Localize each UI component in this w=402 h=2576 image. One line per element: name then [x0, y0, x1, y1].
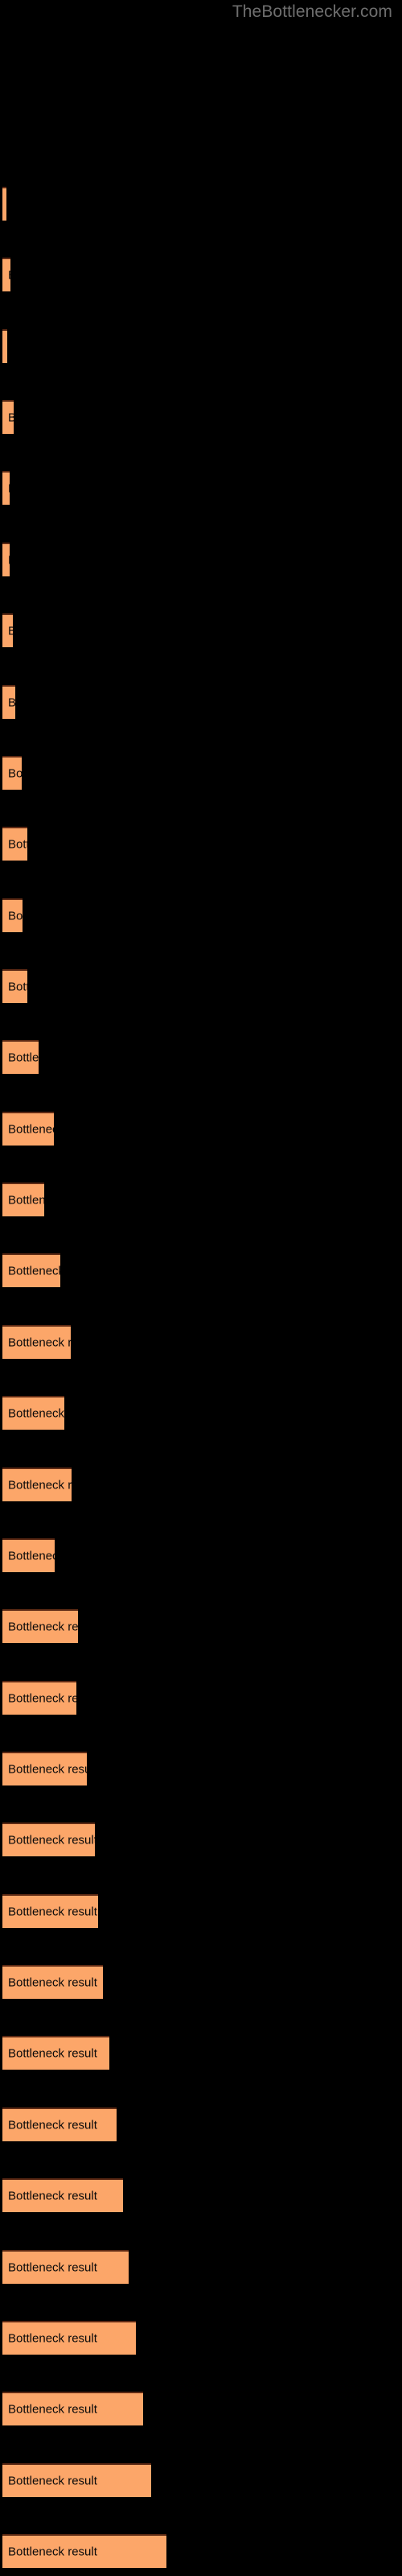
bar-label: Bottleneck result [8, 2189, 97, 2203]
bar-label: Bottleneck result [8, 1833, 95, 1847]
chart-bar: Bottleneck result [2, 2036, 109, 2070]
bar-label: Bottleneck result [8, 1193, 44, 1208]
chart-bar: Bottleneck result [2, 898, 23, 932]
bar-label: Bottleneck result [8, 980, 27, 994]
chart-bar: Bottleneck result [2, 1396, 64, 1430]
chart-bar: Bottleneck result [2, 1324, 71, 1359]
chart-bar: Bottleneck result [2, 2249, 129, 2284]
chart-bar: Bottleneck result [2, 2534, 166, 2568]
chart-root: TheBottlenecker.com Bottleneck resultBot… [0, 0, 402, 2576]
bar-label: Bottleneck result [8, 2046, 97, 2061]
chart-bar: Bottleneck result [2, 2462, 151, 2497]
bar-label: Bottleneck result [8, 837, 27, 852]
bar-label: Bottleneck result [8, 2402, 97, 2417]
bar-label: Bottleneck result [8, 1620, 78, 1634]
bar-label: Bottleneck result [8, 2260, 97, 2275]
bar-label: Bottleneck result [8, 1762, 87, 1777]
chart-bar: Bottleneck result [2, 827, 27, 861]
bar-label: Bottleneck result [8, 2331, 97, 2346]
chart-bar: Bottleneck result [2, 969, 27, 1003]
bar-label: Bottleneck result [8, 2118, 97, 2132]
bar-label: Bottleneck result [8, 2474, 97, 2488]
bar-label: Bottleneck result [8, 1975, 97, 1990]
chart-bar: Bottleneck result [2, 328, 7, 363]
bar-label: Bottleneck result [8, 1122, 54, 1137]
bar-label: Bottleneck result [8, 411, 14, 425]
chart-bar: Bottleneck result [2, 187, 6, 221]
bar-label: Bottleneck result [8, 696, 15, 709]
chart-bar: Bottleneck result [2, 684, 15, 719]
chart-bar: Bottleneck result [2, 471, 10, 506]
bar-label: Bottleneck result [8, 1406, 64, 1421]
chart-bar: Bottleneck result [2, 542, 10, 576]
bar-label: Bottleneck result [8, 269, 10, 283]
bar-label: Bottleneck result [8, 482, 10, 496]
chart-bar: Bottleneck result [2, 2178, 123, 2213]
bar-chart-plot-area: Bottleneck result Bottleneck result Bottle… [0, 0, 402, 2576]
chart-bar: Bottleneck result [2, 1752, 87, 1785]
bar-label: Bottleneck result [8, 1051, 39, 1065]
chart-bar: Bottleneck result [2, 755, 22, 790]
bar-label: Bottleneck result [8, 766, 22, 781]
bar-label: Bottleneck result [8, 553, 10, 567]
chart-bar: Bottleneck result [2, 1111, 54, 1146]
chart-bar: Bottleneck result [2, 1467, 72, 1501]
bar-label: Bottleneck result [8, 1335, 71, 1350]
chart-bar: Bottleneck result [2, 613, 13, 648]
chart-bar: Bottleneck result [2, 1040, 39, 1075]
chart-bar: Bottleneck result [2, 400, 14, 435]
bar-label: Bottleneck result [8, 1691, 76, 1706]
bar-label: Bottleneck result [8, 1478, 72, 1492]
bar-label: Bottleneck result [8, 1549, 55, 1563]
chart-bar: Bottleneck result [2, 1823, 95, 1857]
chart-bar: Bottleneck result [2, 1183, 44, 1217]
chart-bar: Bottleneck result [2, 258, 10, 292]
chart-bar: Bottleneck result [2, 1893, 98, 1928]
chart-bar: Bottleneck result [2, 1538, 55, 1572]
bar-label: Bottleneck result [8, 1905, 97, 1919]
chart-bar: Bottleneck result [2, 1680, 76, 1715]
chart-bar: Bottleneck result [2, 2107, 117, 2141]
bar-label: Bottleneck result [8, 909, 23, 923]
bar-label: Bottleneck result [8, 1264, 60, 1278]
chart-bar: Bottleneck result [2, 1965, 103, 2000]
bar-label: Bottleneck result [8, 625, 13, 638]
chart-bar: Bottleneck result [2, 1253, 60, 1288]
chart-bar: Bottleneck result [2, 2392, 143, 2426]
bar-label: Bottleneck result [8, 2545, 97, 2559]
chart-bar: Bottleneck result [2, 1609, 78, 1644]
chart-bar: Bottleneck result [2, 2320, 136, 2355]
